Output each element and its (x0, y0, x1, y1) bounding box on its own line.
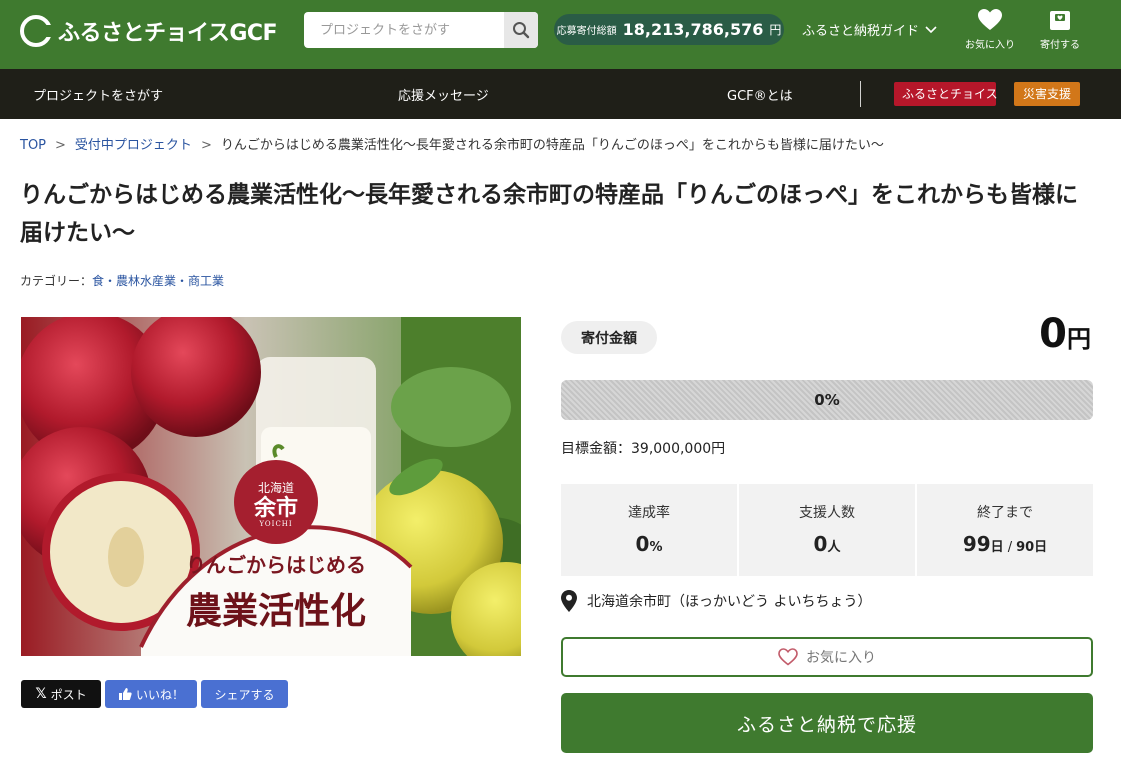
hero-region-roman: YOICHI (259, 520, 293, 528)
search-input[interactable] (304, 12, 504, 48)
donation-amount-unit: 円 (1067, 325, 1091, 353)
stat-remaining-value: 99 (962, 532, 991, 556)
stat-remaining-total: 90日 (1016, 540, 1048, 555)
share-facebook-like-button[interactable]: いいね！ (105, 680, 197, 708)
total-donations-label: 応募寄付総額 (556, 26, 617, 37)
donate-box-icon (1050, 11, 1070, 30)
logo-mark-icon (20, 15, 53, 47)
header-favorites-label: お気に入り (965, 40, 1015, 51)
heart-icon (978, 9, 1002, 30)
hero-headline: りんごからはじめる 農業活性化 (156, 549, 396, 634)
stat-remaining-label: 終了まで (977, 505, 1033, 521)
category-link[interactable]: 食・農林水産業・商工業 (92, 274, 224, 288)
guide-label: ふるさと納税ガイド (802, 24, 920, 39)
donation-amount: 0円 (1039, 311, 1091, 357)
category-label: カテゴリー： (20, 274, 93, 288)
share-buttons: 𝕏 ポスト いいね！ シェアする (21, 680, 288, 708)
share-x-label: ポスト (50, 687, 87, 702)
donation-amount-value: 0 (1039, 311, 1067, 357)
hero-region-name: 余市 (253, 495, 298, 521)
breadcrumb-current: りんごからはじめる農業活性化〜長年愛される余市町の特産品「りんごのほっぺ」をこれ… (220, 138, 884, 153)
hero-region-badge: 北海道 余市 YOICHI (231, 479, 321, 528)
stat-achievement-rate: 達成率 0% (561, 484, 737, 576)
nav-disaster-support-link[interactable]: 災害支援 (1014, 82, 1080, 106)
share-like-label: いいね！ (135, 687, 184, 702)
share-x-button[interactable]: 𝕏 ポスト (21, 680, 101, 708)
site-header: ふるさとチョイスGCF 応募寄付総額 18,213,786,576 円 ふるさと… (0, 0, 1121, 69)
main-nav: プロジェクトをさがす 応援メッセージ GCF®とは ふるさとチョイス 災害支援 (0, 69, 1121, 119)
guide-menu[interactable]: ふるさと納税ガイド (802, 20, 937, 39)
progress-text: 0% (814, 391, 840, 409)
x-logo-icon: 𝕏 (35, 686, 47, 702)
search-box (304, 12, 538, 48)
nav-messages[interactable]: 応援メッセージ (398, 85, 489, 104)
nav-divider (860, 81, 861, 107)
search-button[interactable] (504, 12, 538, 48)
location-pin-icon (561, 590, 577, 612)
donation-amount-label: 寄付金額 (561, 321, 657, 354)
project-category: カテゴリー：食・農林水産業・商工業 (20, 272, 224, 289)
funding-stats: 達成率 0% 支援人数 0人 終了まで 99日/90日 (561, 484, 1093, 576)
heart-outline-icon (778, 648, 798, 666)
stat-rate-label: 達成率 (628, 505, 670, 521)
stat-supporters-unit: 人 (827, 540, 841, 555)
total-donations-value: 18,213,786,576 (622, 20, 764, 39)
breadcrumb-top[interactable]: TOP (20, 138, 46, 153)
nav-about-gcf[interactable]: GCF®とは (727, 85, 793, 104)
project-location: 北海道余市町（ほっかいどう よいちちょう） (561, 590, 871, 612)
hero-headline-big: 農業活性化 (185, 590, 366, 632)
header-donate-button[interactable]: 寄付する (1029, 8, 1091, 54)
stat-rate-unit: % (649, 540, 663, 555)
header-donate-label: 寄付する (1040, 40, 1080, 51)
stat-remaining-slash: / (1007, 540, 1013, 555)
breadcrumb-separator: > (55, 138, 66, 153)
stat-supporters: 支援人数 0人 (739, 484, 915, 576)
search-icon (513, 22, 530, 39)
breadcrumb-projects[interactable]: 受付中プロジェクト (75, 138, 192, 153)
favorite-button[interactable]: お気に入り (561, 637, 1093, 677)
share-label: シェアする (214, 687, 275, 702)
support-with-furusato-tax-button[interactable]: ふるさと納税で応援 (561, 693, 1093, 753)
logo-text: ふるさとチョイスGCF (58, 21, 278, 46)
header-favorites-button[interactable]: お気に入り (959, 8, 1021, 54)
goal-amount: 目標金額：39,000,000円 (561, 441, 726, 457)
breadcrumb-separator: > (200, 138, 212, 153)
project-hero-image: 北海道 余市 YOICHI りんごからはじめる 農業活性化 (21, 317, 521, 656)
share-facebook-button[interactable]: シェアする (201, 680, 288, 708)
hero-headline-small: りんごからはじめる (186, 553, 366, 577)
stat-days-remaining: 終了まで 99日/90日 (917, 484, 1093, 576)
thumbs-up-icon (118, 688, 132, 700)
hero-region-prefecture: 北海道 (257, 481, 294, 495)
location-text: 北海道余市町（ほっかいどう よいちちょう） (587, 594, 872, 610)
breadcrumb: TOP > 受付中プロジェクト > りんごからはじめる農業活性化〜長年愛される余市町の特… (20, 134, 884, 153)
chevron-down-icon (925, 25, 937, 33)
project-title: りんごからはじめる農業活性化〜長年愛される余市町の特産品「りんごのほっぺ」をこれ… (20, 182, 1078, 246)
site-logo[interactable]: ふるさとチョイスGCF (20, 14, 278, 48)
stat-remaining-unit: 日 (990, 540, 1004, 555)
total-donations-unit: 円 (769, 23, 782, 37)
favorite-button-label: お気に入り (806, 650, 876, 666)
total-donations-badge: 応募寄付総額 18,213,786,576 円 (554, 14, 784, 45)
stat-rate-value: 0 (635, 532, 650, 556)
nav-find-projects[interactable]: プロジェクトをさがす (33, 85, 163, 104)
stat-supporters-label: 支援人数 (799, 505, 855, 521)
progress-bar: 0% (561, 380, 1093, 420)
stat-supporters-value: 0 (813, 532, 828, 556)
nav-furusato-choice-link[interactable]: ふるさとチョイス (894, 82, 998, 106)
